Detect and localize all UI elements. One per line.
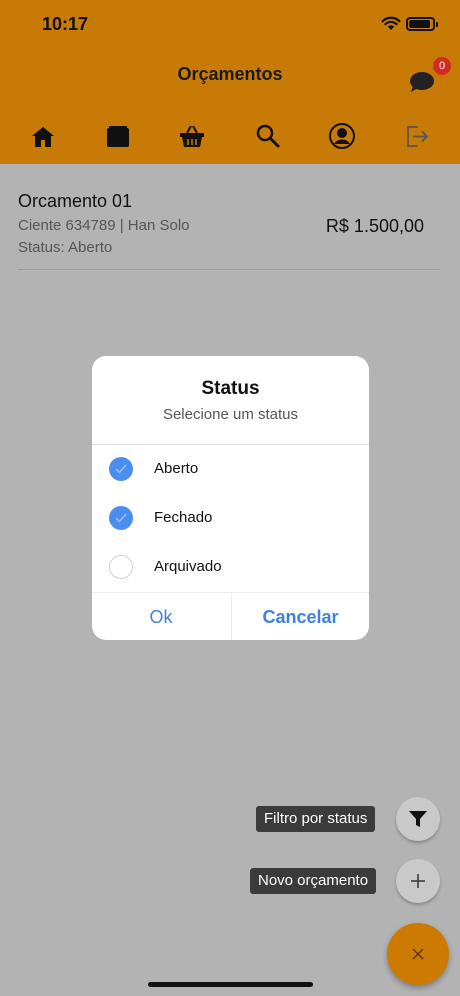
close-icon	[412, 948, 424, 960]
home-icon[interactable]	[29, 122, 57, 150]
plus-icon	[411, 874, 425, 888]
option-label: Aberto	[154, 460, 199, 477]
option-label: Arquivado	[154, 558, 222, 575]
wallet-icon[interactable]	[104, 122, 132, 150]
cancel-button[interactable]: Cancelar	[231, 593, 369, 640]
checkbox-unchecked[interactable]	[109, 555, 133, 579]
basket-icon[interactable]	[178, 122, 206, 150]
divider	[92, 444, 369, 445]
option-label: Fechado	[154, 509, 213, 526]
new-tooltip: Novo orçamento	[250, 868, 377, 894]
battery-icon	[406, 17, 438, 31]
option-fechado[interactable]: Fechado	[92, 496, 369, 540]
search-icon[interactable]	[254, 122, 282, 150]
filter-button[interactable]	[396, 797, 440, 841]
filter-icon	[409, 811, 427, 827]
page-title: Orçamentos	[177, 64, 283, 84]
option-aberto[interactable]: Aberto	[92, 447, 369, 491]
dialog-buttons: Ok Cancelar	[92, 592, 369, 640]
nav-bar	[0, 122, 460, 158]
status-time: 10:17	[42, 14, 89, 34]
add-button[interactable]	[396, 859, 440, 903]
wifi-icon	[381, 16, 401, 30]
filter-tooltip: Filtro por status	[256, 806, 376, 832]
notification-badge: 0	[433, 57, 451, 75]
chat-icon[interactable]	[409, 71, 435, 93]
ok-button[interactable]: Ok	[92, 593, 230, 640]
item-title: Orcamento 01	[18, 191, 133, 211]
option-arquivado[interactable]: Arquivado	[92, 545, 369, 589]
status-dialog: Status Selecione um status Aberto Fechad…	[92, 356, 369, 640]
list-item[interactable]: Orcamento 01 Ciente 634789 | Han Solo St…	[18, 188, 440, 270]
dialog-subtitle: Selecione um status	[162, 406, 299, 423]
user-icon[interactable]	[328, 122, 356, 150]
dialog-title: Status	[201, 378, 260, 399]
item-status: Status: Aberto	[18, 239, 113, 256]
close-fab-button[interactable]	[387, 923, 449, 985]
item-subtitle: Ciente 634789 | Han Solo	[18, 217, 190, 234]
app-header: 10:17 Orçamentos 0	[0, 0, 460, 164]
item-price: R$ 1.500,00	[325, 216, 424, 236]
home-indicator	[148, 982, 313, 987]
logout-icon[interactable]	[403, 122, 431, 150]
status-bar: 10:17	[0, 0, 460, 50]
checkbox-checked[interactable]	[109, 457, 133, 481]
checkbox-checked[interactable]	[109, 506, 133, 530]
